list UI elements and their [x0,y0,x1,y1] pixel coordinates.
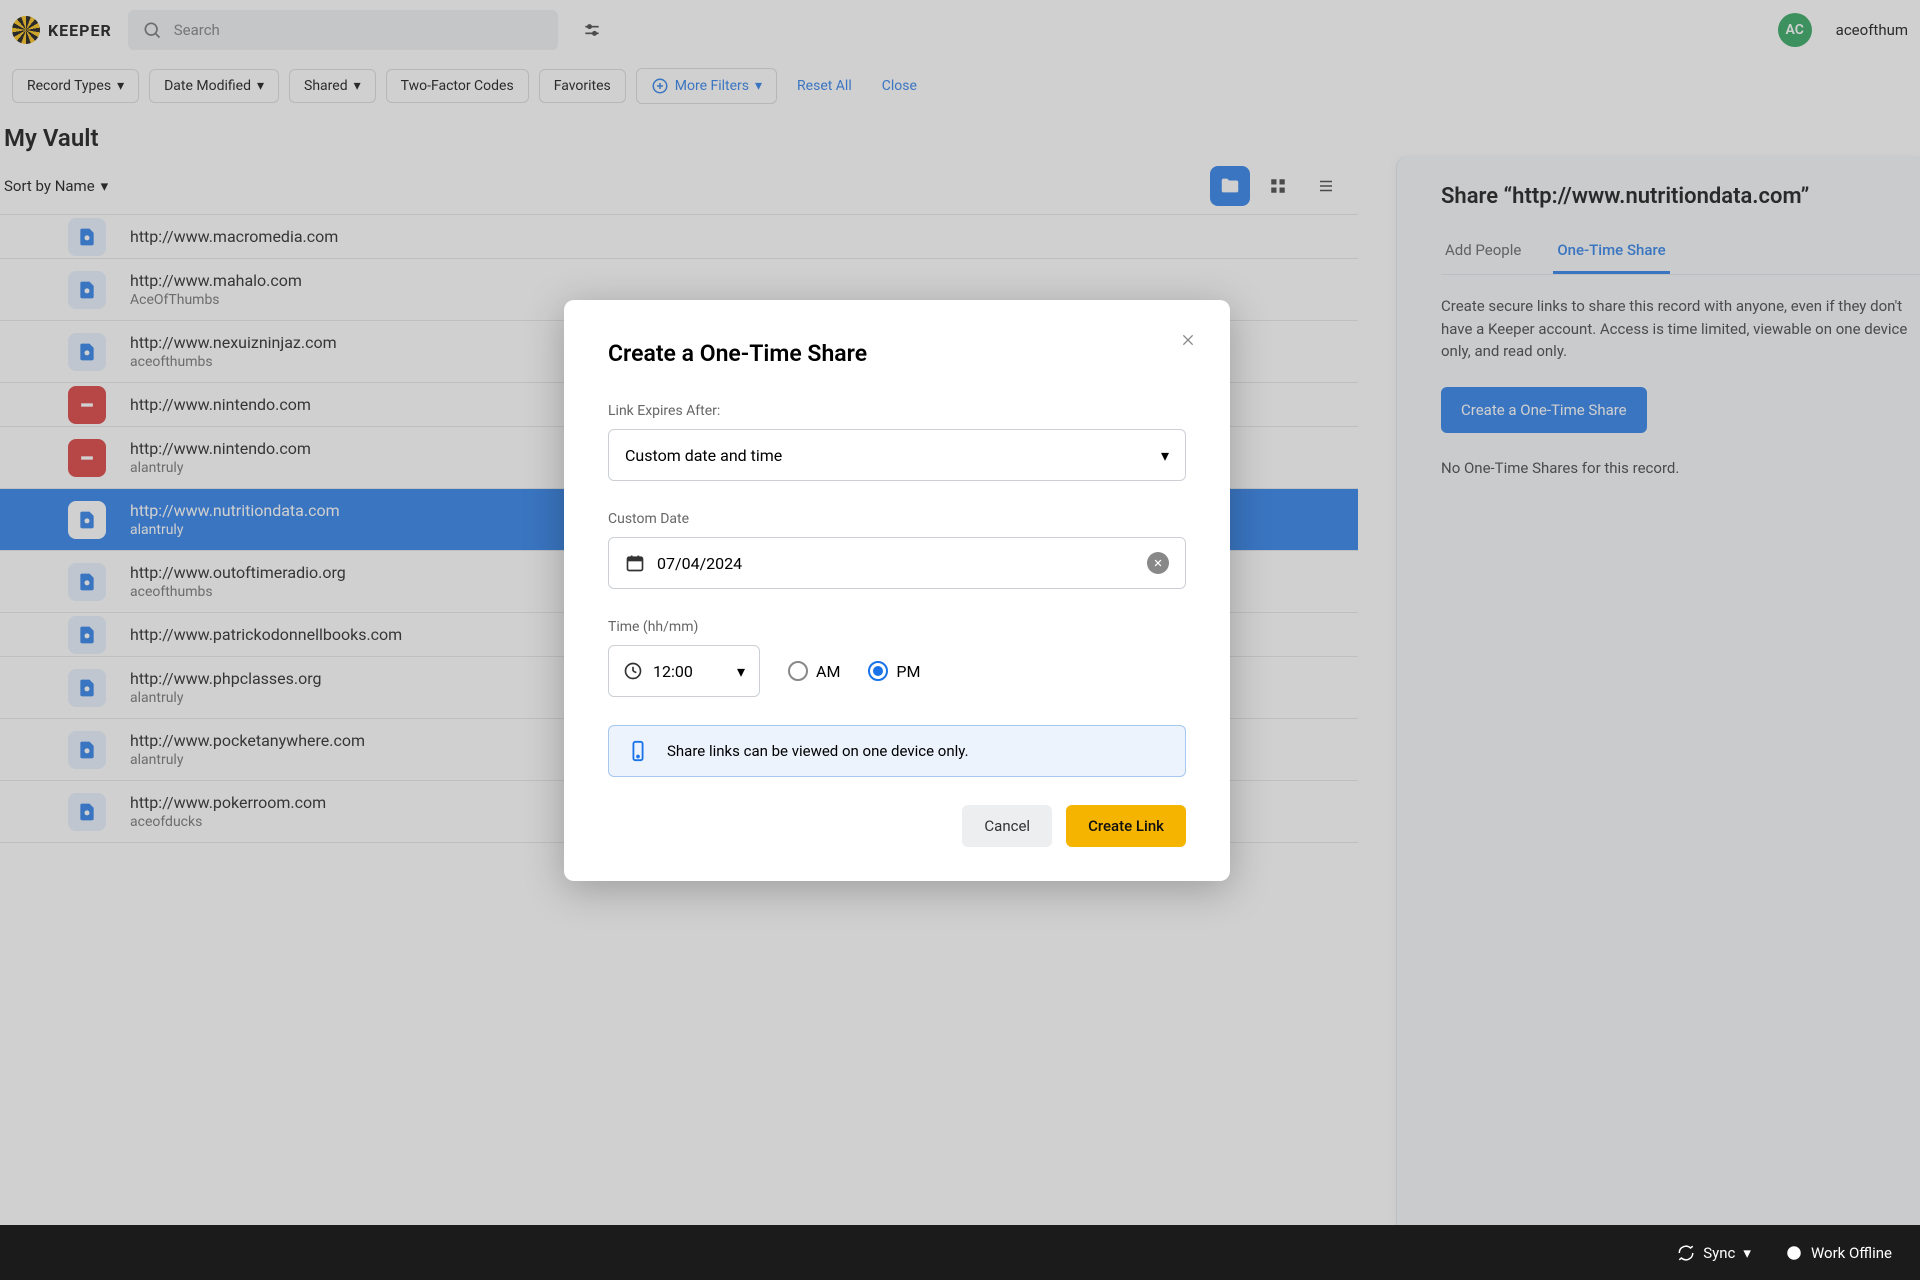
work-offline-button[interactable]: Work Offline [1785,1244,1892,1262]
modal-close-button[interactable] [1180,332,1196,348]
sync-button[interactable]: Sync ▾ [1677,1244,1751,1262]
create-link-button[interactable]: Create Link [1066,805,1186,847]
date-input-wrap[interactable] [608,537,1186,589]
clear-date-button[interactable] [1147,552,1169,574]
sync-icon [1677,1244,1695,1262]
clock-icon [623,661,643,681]
expires-value: Custom date and time [625,446,782,465]
pm-radio[interactable]: PM [868,661,920,681]
date-input[interactable] [657,554,1135,573]
radio-icon [788,661,808,681]
chevron-down-icon: ▾ [1161,446,1169,465]
footer-bar: Sync ▾ Work Offline [0,1225,1920,1280]
sync-label: Sync [1703,1244,1735,1262]
close-icon [1153,558,1163,568]
radio-icon [868,661,888,681]
offline-label: Work Offline [1811,1244,1892,1262]
expires-select[interactable]: Custom date and time ▾ [608,429,1186,481]
date-label: Custom Date [608,511,1186,527]
modal-title: Create a One-Time Share [608,340,1186,367]
calendar-icon [625,553,645,573]
pm-label: PM [896,662,920,681]
banner-text: Share links can be viewed on one device … [667,742,969,760]
one-time-share-modal: Create a One-Time Share Link Expires Aft… [564,300,1230,881]
close-icon [1180,332,1196,348]
expires-label: Link Expires After: [608,403,1186,419]
chevron-down-icon: ▾ [1743,1244,1751,1262]
time-select[interactable]: 12:00 ▾ [608,645,760,697]
time-label: Time (hh/mm) [608,619,1186,635]
time-value: 12:00 [653,662,693,681]
offline-icon [1785,1244,1803,1262]
am-radio[interactable]: AM [788,661,840,681]
device-lock-icon [627,740,649,762]
am-label: AM [816,662,840,681]
chevron-down-icon: ▾ [737,662,745,681]
info-banner: Share links can be viewed on one device … [608,725,1186,777]
cancel-button[interactable]: Cancel [962,805,1052,847]
